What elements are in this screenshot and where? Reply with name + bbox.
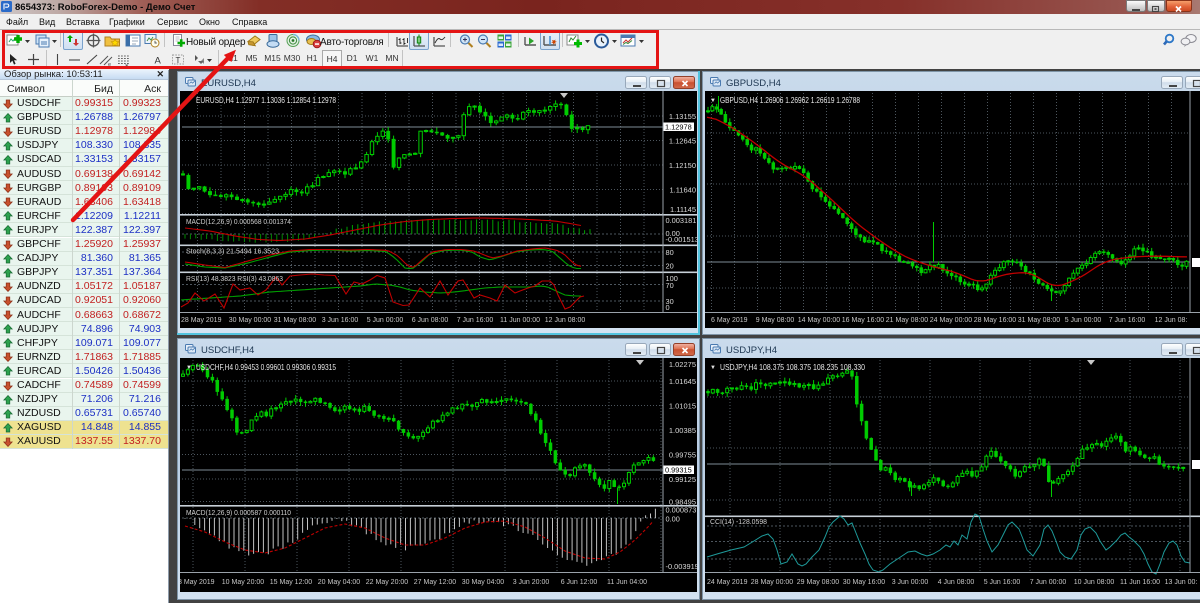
svg-text:5 Jun 00:00: 5 Jun 00:00: [367, 317, 404, 324]
svg-text:10 Jun 08:00: 10 Jun 08:00: [1074, 579, 1115, 586]
svg-text:0.003181: 0.003181: [666, 216, 697, 225]
svg-text:24 May 00:00: 24 May 00:00: [930, 317, 973, 324]
svg-text:-0.003919: -0.003919: [666, 562, 698, 571]
svg-text:1.00385: 1.00385: [669, 426, 696, 435]
svg-text:0.000873: 0.000873: [666, 506, 697, 515]
svg-text:USDJPY,H4 108.375 108.375 108: USDJPY,H4 108.375 108.375 108.235 108.33…: [720, 363, 865, 372]
svg-text:5 Jun 16:00: 5 Jun 16:00: [984, 579, 1021, 586]
svg-text:22 May 20:00: 22 May 20:00: [366, 579, 409, 586]
svg-text:7 Jun 00:00: 7 Jun 00:00: [1030, 579, 1067, 586]
svg-text:21 May 08:00: 21 May 08:00: [886, 317, 929, 324]
svg-text:11 Jun 16:00: 11 Jun 16:00: [1120, 579, 1160, 586]
svg-text:13 Jun 00:: 13 Jun 00:: [1165, 579, 1198, 586]
svg-text:1.13155: 1.13155: [669, 112, 696, 121]
svg-text:6 May 2019: 6 May 2019: [711, 317, 748, 324]
svg-text:30 May 04:00: 30 May 04:00: [462, 579, 505, 586]
svg-text:28 May 16:00: 28 May 16:00: [974, 317, 1017, 324]
svg-text:10 May 20:00: 10 May 20:00: [222, 579, 265, 586]
svg-text:▼: ▼: [186, 365, 192, 371]
svg-text:3 Jun 20:00: 3 Jun 20:00: [513, 579, 550, 586]
svg-text:9 May 08:00: 9 May 08:00: [756, 317, 795, 324]
svg-text:31 May 08:00: 31 May 08:00: [1018, 317, 1061, 324]
svg-text:0: 0: [666, 303, 670, 312]
svg-text:31 May 08:00: 31 May 08:00: [274, 317, 317, 324]
svg-text:-0.001513: -0.001513: [666, 235, 698, 244]
svg-text:70: 70: [666, 281, 674, 290]
svg-text:20 May 04:00: 20 May 04:00: [318, 579, 361, 586]
svg-text:USDCHF,H4 0.99453 0.99601 0.9: USDCHF,H4 0.99453 0.99601 0.99306 0.9931…: [196, 363, 336, 372]
svg-text:▼: ▼: [710, 365, 716, 371]
svg-text:RSI(13) 48.3823 RSI(3) 43.086: RSI(13) 48.3823 RSI(3) 43.0863: [186, 274, 283, 283]
svg-text:6 Jun 08:00: 6 Jun 08:00: [412, 317, 449, 324]
svg-text:4 Jun 08:00: 4 Jun 08:00: [938, 579, 975, 586]
svg-text:30 May 16:00: 30 May 16:00: [843, 579, 886, 586]
svg-text:0.00: 0.00: [666, 515, 680, 524]
svg-text:20: 20: [666, 262, 674, 271]
svg-text:1.11145: 1.11145: [670, 205, 696, 214]
svg-text:30 May 00:00: 30 May 00:00: [229, 317, 272, 324]
svg-text:1.12645: 1.12645: [669, 137, 696, 146]
svg-text:80: 80: [666, 248, 674, 257]
svg-text:28 May 00:00: 28 May 00:00: [751, 579, 794, 586]
svg-text:7 Jun 16:00: 7 Jun 16:00: [1109, 317, 1146, 324]
svg-text:1.01645: 1.01645: [669, 377, 696, 386]
svg-text:CCI(14) -128.0598: CCI(14) -128.0598: [710, 517, 767, 526]
svg-text:6 Jun 12:00: 6 Jun 12:00: [561, 579, 598, 586]
svg-text:24 May 2019: 24 May 2019: [707, 579, 748, 586]
svg-text:GBPUSD,H4 1.26906 1.26962 1.2: GBPUSD,H4 1.26906 1.26962 1.26619 1.2678…: [720, 96, 860, 105]
svg-text:28 May 2019: 28 May 2019: [181, 317, 222, 324]
svg-text:7 Jun 16:00: 7 Jun 16:00: [457, 317, 494, 324]
svg-text:11 Jun 04:00: 11 Jun 04:00: [607, 579, 647, 586]
svg-text:16 May 16:00: 16 May 16:00: [842, 317, 885, 324]
svg-text:1.02275: 1.02275: [669, 360, 696, 369]
svg-text:▼: ▼: [710, 98, 716, 104]
svg-text:1.01015: 1.01015: [669, 402, 696, 411]
svg-text:1.11640: 1.11640: [669, 186, 696, 195]
svg-text:8 May 2019: 8 May 2019: [180, 579, 215, 586]
svg-text:12 Jun 08:00: 12 Jun 08:00: [545, 317, 586, 324]
svg-text:5 Jun 00:00: 5 Jun 00:00: [1065, 317, 1102, 324]
svg-text:0.99315: 0.99315: [665, 466, 692, 475]
svg-text:MACD(12,26,9) 0.000587 0.00011: MACD(12,26,9) 0.000587 0.000110: [186, 508, 291, 517]
svg-text:11 Jun 00:00: 11 Jun 00:00: [500, 317, 540, 324]
svg-text:29 May 08:00: 29 May 08:00: [797, 579, 840, 586]
svg-text:0.99755: 0.99755: [669, 451, 696, 460]
svg-text:1.12150: 1.12150: [669, 161, 696, 170]
svg-text:3 Jun 16:00: 3 Jun 16:00: [322, 317, 359, 324]
svg-text:3 Jun 00:00: 3 Jun 00:00: [892, 579, 929, 586]
svg-text:15 May 12:00: 15 May 12:00: [270, 579, 313, 586]
svg-text:1.12978: 1.12978: [665, 123, 692, 132]
svg-text:27 May 12:00: 27 May 12:00: [414, 579, 457, 586]
svg-text:Stoch(8,3,3) 21.5494 16.3523: Stoch(8,3,3) 21.5494 16.3523: [186, 247, 279, 256]
svg-text:0.99125: 0.99125: [669, 475, 696, 484]
svg-text:12 Jun 08:: 12 Jun 08:: [1155, 317, 1188, 324]
svg-text:14 May 00:00: 14 May 00:00: [798, 317, 841, 324]
